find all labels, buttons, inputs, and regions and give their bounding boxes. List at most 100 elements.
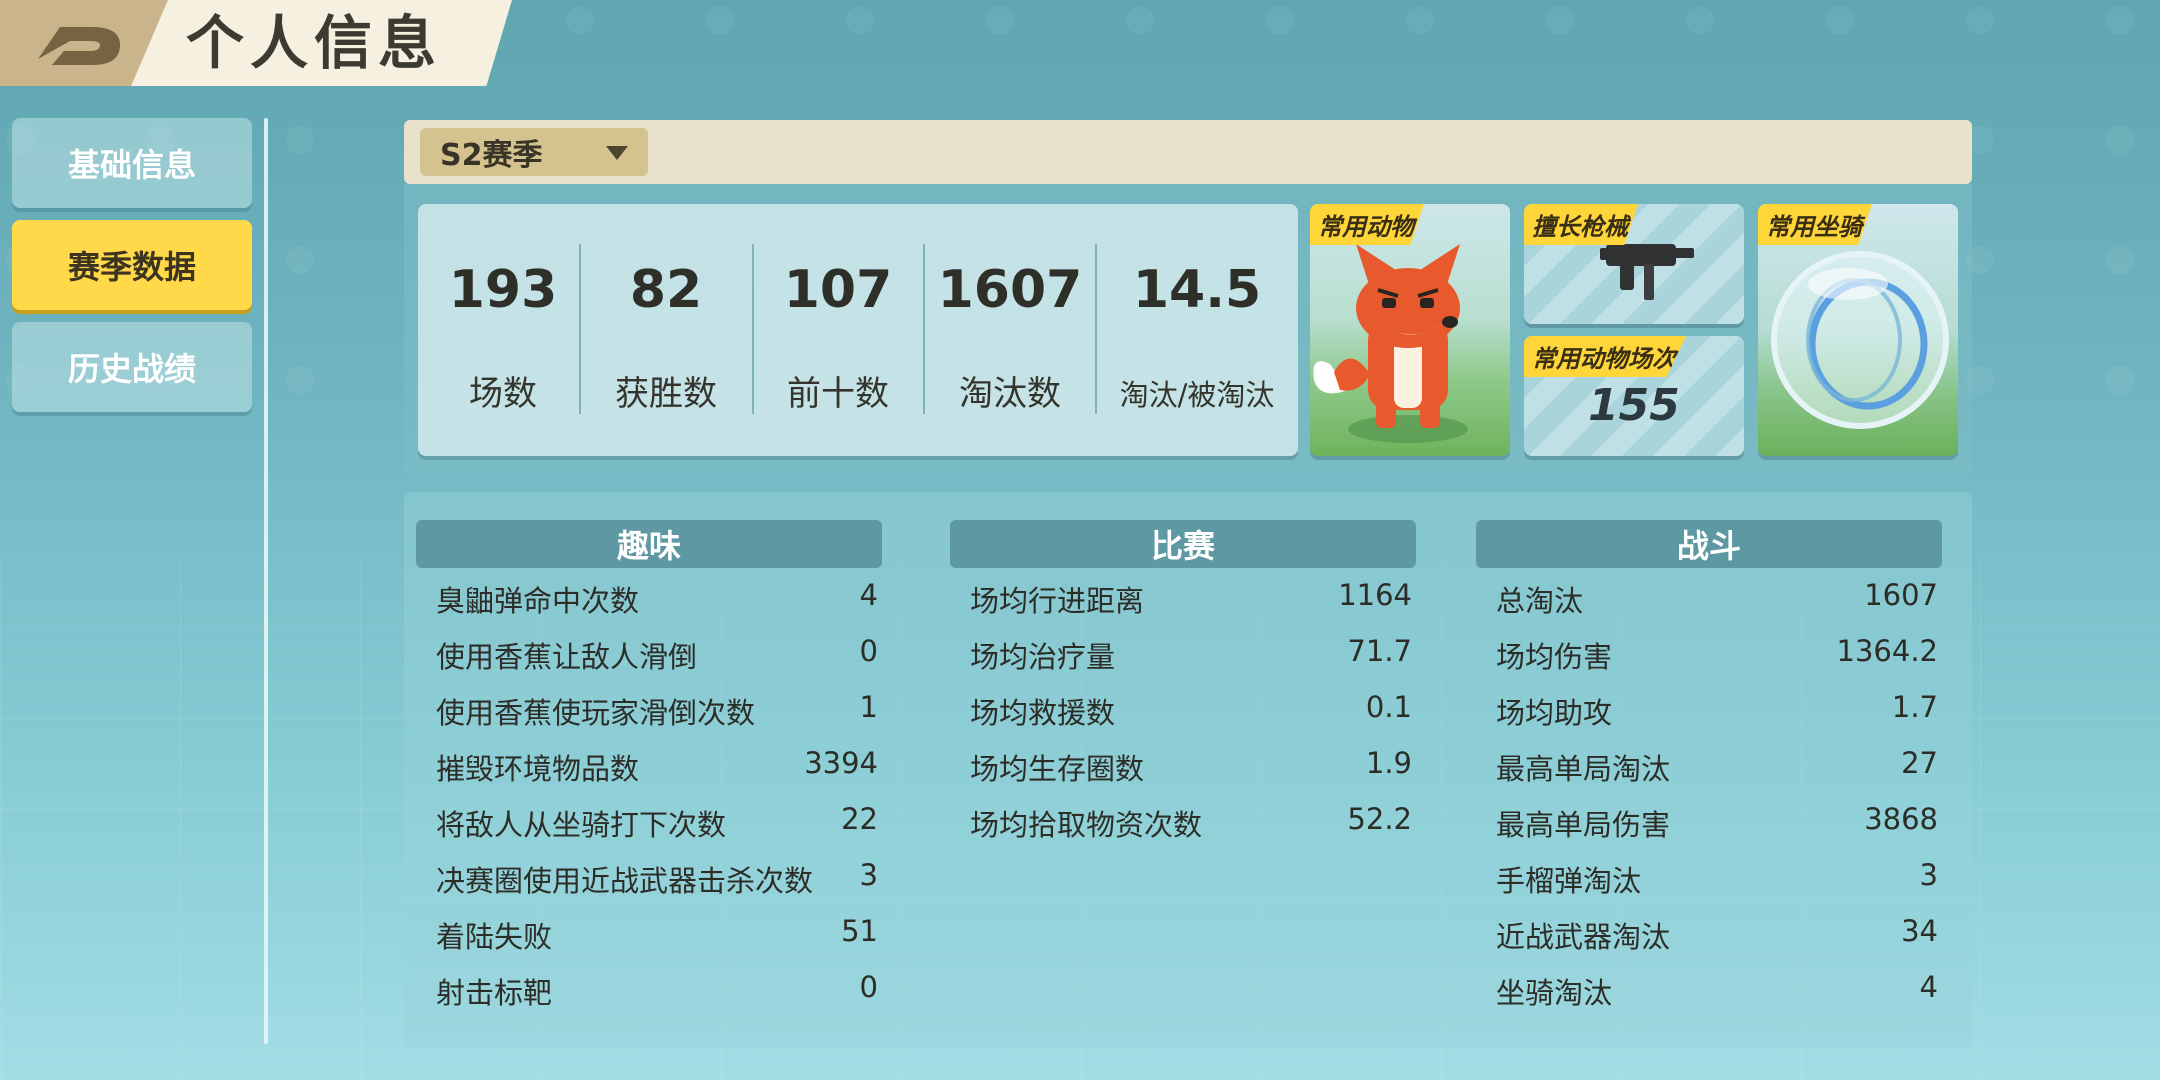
combat-column: 战斗 总淘汰 1607 场均伤害 1364.2 场均助攻 1.7 最高单局淘汰 27 最…: [1476, 520, 1942, 1016]
stat-row-label: 最高单局伤害: [1496, 808, 1671, 842]
stat-row: 决赛圈使用近战武器击杀次数 3: [416, 848, 882, 904]
stat-row: 射击标靶 0: [416, 960, 882, 1016]
stat-row-value: 0: [859, 970, 878, 1004]
season-dropdown[interactable]: S2赛季: [420, 128, 648, 176]
stat-row: 最高单局伤害 3868: [1476, 792, 1942, 848]
sidebar-item-label: 基础信息: [67, 146, 196, 184]
stat-row-value: 4: [859, 578, 878, 612]
stat-row: 场均伤害 1364.2: [1476, 624, 1942, 680]
stat-label: 前十数: [787, 374, 889, 414]
stat-row-value: 1.9: [1365, 746, 1412, 780]
sidebar-item-basic-info[interactable]: 基础信息: [12, 118, 252, 208]
stat-row: 使用香蕉让敌人滑倒 0: [416, 624, 882, 680]
stat-row-label: 总淘汰: [1496, 584, 1584, 618]
stat-row-value: 52.2: [1347, 802, 1412, 836]
favorite-animal-count-card: 常用动物场次 155: [1524, 336, 1744, 456]
stat-row-label: 使用香蕉让敌人滑倒: [436, 640, 698, 674]
stat-row-label: 场均拾取物资次数: [970, 808, 1203, 842]
stat-row-label: 场均助攻: [1496, 696, 1613, 730]
stat-row: 场均助攻 1.7: [1476, 680, 1942, 736]
stat-row: 手榴弹淘汰 3: [1476, 848, 1942, 904]
stat-label: 淘汰/被淘汰: [1119, 378, 1275, 412]
stat-row-label: 场均行进距离: [970, 584, 1145, 618]
stat-row-value: 3868: [1864, 802, 1938, 836]
stat-wins: 82 获胜数: [581, 204, 751, 456]
stat-value: 1607: [937, 260, 1083, 320]
stat-row: 场均拾取物资次数 52.2: [950, 792, 1416, 848]
favorite-animal-card[interactable]: 常用动物: [1310, 204, 1510, 456]
sidebar-item-label: 历史战绩: [67, 350, 196, 388]
fun-column-header: 趣味: [416, 520, 882, 568]
detail-stats-panel: 趣味 臭鼬弹命中次数 4 使用香蕉让敌人滑倒 0 使用香蕉使玩家滑倒次数 1 摧毁环境…: [404, 492, 1972, 1048]
stat-row-value: 1: [859, 690, 878, 724]
stat-row: 近战武器淘汰 34: [1476, 904, 1942, 960]
stat-row-value: 1607: [1864, 578, 1938, 612]
stat-row-label: 最高单局淘汰: [1496, 752, 1671, 786]
stat-row-label: 摧毁环境物品数: [436, 752, 640, 786]
favorite-animal-tag: 常用动物: [1310, 204, 1424, 245]
stat-eliminations: 1607 淘汰数: [925, 204, 1095, 456]
summary-panel: 193 场数 82 获胜数 107 前十数 1607 淘汰数 14.5 淘汰/被…: [404, 184, 1972, 474]
favorite-animal-count-value: 155: [1588, 380, 1680, 431]
stat-row: 摧毁环境物品数 3394: [416, 736, 882, 792]
caret-down-icon: [606, 146, 628, 160]
stat-row-label: 场均救援数: [970, 696, 1116, 730]
best-weapon-card[interactable]: 擅长枪械: [1524, 204, 1744, 324]
stat-row: 场均行进距离 1164: [950, 568, 1416, 624]
stat-value: 193: [448, 260, 558, 320]
favorite-mount-card[interactable]: 常用坐骑: [1758, 204, 1958, 456]
best-weapon-tag: 擅长枪械: [1524, 204, 1638, 245]
season-bar: S2赛季: [404, 120, 1972, 184]
stat-row: 坐骑淘汰 4: [1476, 960, 1942, 1016]
stat-row-value: 3: [859, 858, 878, 892]
favorite-mount-tag: 常用坐骑: [1758, 204, 1872, 245]
stat-label: 获胜数: [615, 374, 717, 414]
combat-column-header: 战斗: [1476, 520, 1942, 568]
stat-label: 场数: [469, 374, 537, 414]
stat-row: 使用香蕉使玩家滑倒次数 1: [416, 680, 882, 736]
stat-label: 淘汰数: [959, 374, 1061, 414]
stat-row-label: 坐骑淘汰: [1496, 976, 1613, 1010]
stat-row-value: 4: [1919, 970, 1938, 1004]
season-selected-label: S2赛季: [440, 138, 543, 173]
stat-row-label: 场均生存圈数: [970, 752, 1145, 786]
stat-row-value: 22: [841, 802, 878, 836]
stat-row-value: 3: [1919, 858, 1938, 892]
stat-row-value: 3394: [804, 746, 878, 780]
stat-kd-ratio: 14.5 淘汰/被淘汰: [1097, 204, 1297, 456]
stat-row-value: 34: [1901, 914, 1938, 948]
back-icon: [38, 27, 120, 65]
stat-row-label: 手榴弹淘汰: [1496, 864, 1642, 898]
stat-row: 总淘汰 1607: [1476, 568, 1942, 624]
stat-row: 将敌人从坐骑打下次数 22: [416, 792, 882, 848]
stat-row-value: 1164: [1338, 578, 1412, 612]
stat-row: 着陆失败 51: [416, 904, 882, 960]
stat-row-label: 决赛圈使用近战武器击杀次数: [436, 864, 814, 898]
stat-value: 107: [783, 260, 893, 320]
stat-row: 场均救援数 0.1: [950, 680, 1416, 736]
page-title: 个人信息: [186, 9, 443, 77]
stat-row-value: 71.7: [1347, 634, 1412, 668]
sidebar-divider: [264, 118, 268, 1044]
stat-row-value: 0.1: [1365, 690, 1412, 724]
stat-row: 场均治疗量 71.7: [950, 624, 1416, 680]
stat-row: 臭鼬弹命中次数 4: [416, 568, 882, 624]
stat-row-label: 场均伤害: [1496, 640, 1613, 674]
sidebar-item-label: 赛季数据: [67, 248, 196, 286]
stat-row: 场均生存圈数 1.9: [950, 736, 1416, 792]
stat-row-label: 将敌人从坐骑打下次数: [436, 808, 727, 842]
stats-card: 193 场数 82 获胜数 107 前十数 1607 淘汰数 14.5 淘汰/被…: [418, 204, 1298, 456]
sidebar-item-history[interactable]: 历史战绩: [12, 322, 252, 412]
sidebar: 基础信息 赛季数据 历史战绩: [12, 118, 252, 424]
stat-row-label: 近战武器淘汰: [1496, 920, 1671, 954]
stat-games: 193 场数: [432, 204, 574, 456]
sidebar-item-season-data[interactable]: 赛季数据: [12, 220, 252, 310]
stat-row-value: 51: [841, 914, 878, 948]
favorite-animal-count-tag: 常用动物场次: [1524, 336, 1686, 377]
stat-row-label: 使用香蕉使玩家滑倒次数: [436, 696, 756, 730]
stat-row-value: 27: [1901, 746, 1938, 780]
stat-top10: 107 前十数: [754, 204, 922, 456]
fun-column: 趣味 臭鼬弹命中次数 4 使用香蕉让敌人滑倒 0 使用香蕉使玩家滑倒次数 1 摧毁环境…: [416, 520, 882, 1016]
stat-row-label: 场均治疗量: [970, 640, 1116, 674]
match-column-header: 比赛: [950, 520, 1416, 568]
